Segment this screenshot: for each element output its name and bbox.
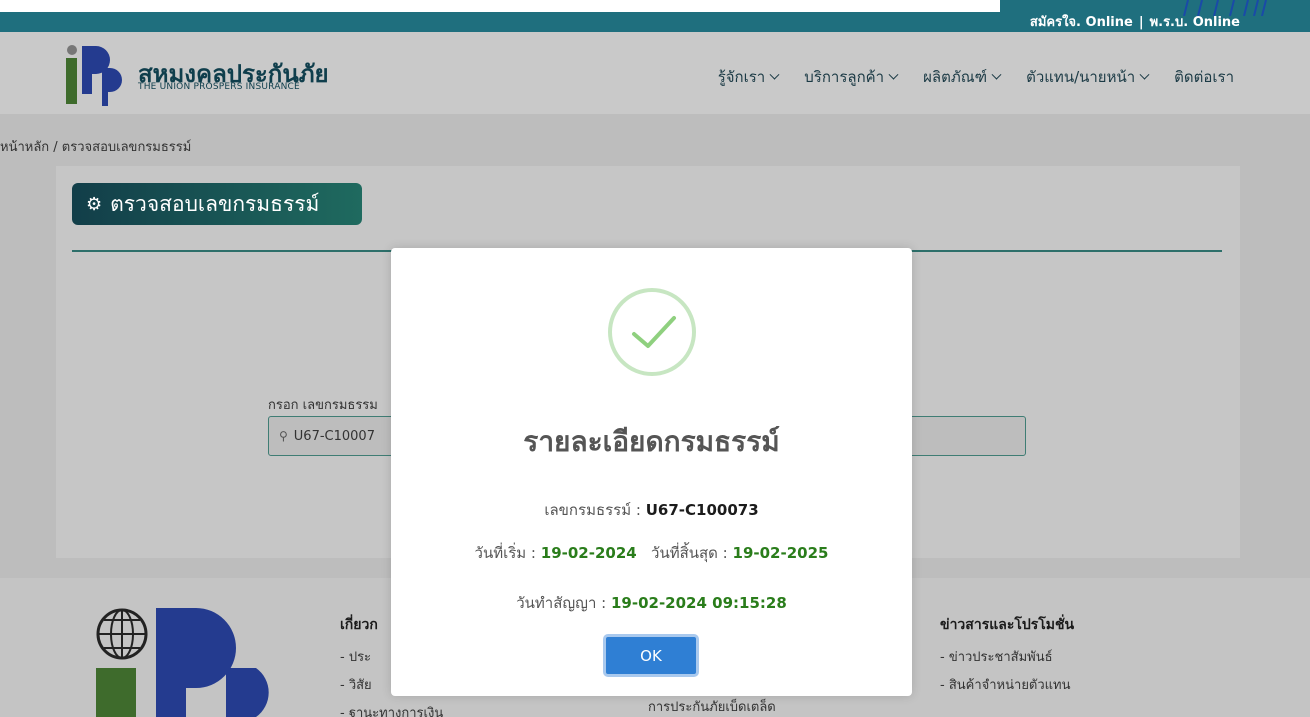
footer-logo-icon (96, 608, 269, 717)
dates-row: วันที่เริ่ม : 19-02-2024 วันที่สิ้นสุด :… (391, 541, 912, 565)
top-strip: สมัครใจ. Online | พ.ร.บ. Online (0, 0, 1310, 32)
footer-col-news: ข่าวสารและโปรโมชั่น - ข่าวประชาสัมพันธ์ … (940, 614, 1074, 702)
chevron-down-icon (1139, 69, 1150, 80)
footer-link[interactable]: - ฐานะทางการเงิน (340, 702, 443, 717)
chevron-down-icon (888, 69, 899, 80)
nav-agents[interactable]: ตัวแทน/นายหน้า (1026, 65, 1150, 89)
link-voluntary-online[interactable]: สมัครใจ. Online (1030, 15, 1133, 30)
footer-link[interactable]: - ข่าวประชาสัมพันธ์ (940, 646, 1074, 667)
topbar-links: สมัครใจ. Online | พ.ร.บ. Online (1030, 11, 1240, 32)
footer-link[interactable]: การประกันภัยเบ็ดเตล็ด (648, 696, 776, 717)
nav-services[interactable]: บริการลูกค้า (804, 65, 899, 89)
topbar-separator: | (1138, 15, 1144, 30)
policy-number-label: เลขกรมธรรม์ : (544, 501, 641, 519)
nav-contact[interactable]: ติดต่อเรา (1174, 65, 1234, 89)
gears-icon: ⚙ (86, 193, 103, 215)
nav-about[interactable]: รู้จักเรา (717, 65, 780, 89)
nav-label: ผลิตภัณฑ์ (923, 68, 988, 86)
checkmark-icon (632, 316, 676, 348)
nav-label: บริการลูกค้า (804, 68, 885, 86)
user-icon: ⚲ (279, 429, 288, 443)
site-header: สหมงคลประกันภัย THE UNION PROSPERS INSUR… (0, 32, 1310, 114)
contract-date-row: วันทำสัญญา : 19-02-2024 09:15:28 (391, 591, 912, 615)
policy-number-value: U67-C10007 (293, 428, 375, 444)
success-check-icon (608, 288, 696, 376)
nav-label: ตัวแทน/นายหน้า (1026, 68, 1136, 86)
link-compulsory-online[interactable]: พ.ร.บ. Online (1150, 15, 1240, 30)
start-date-value: 19-02-2024 (540, 544, 637, 562)
end-date-label: วันที่สิ้นสุด : (651, 544, 728, 562)
start-date-label: วันที่เริ่ม : (474, 544, 536, 562)
chevron-down-icon (991, 69, 1002, 80)
top-strip-white (0, 0, 1000, 12)
breadcrumb: หน้าหลัก / ตรวจสอบเลขกรมธรรม์ (0, 140, 192, 155)
policy-number-text: U67-C100073 (645, 501, 759, 519)
contract-date-label: วันทำสัญญา : (516, 594, 607, 612)
footer-heading: ข่าวสารและโปรโมชั่น (940, 617, 1075, 633)
footer-col-products: การประกันภัยเบ็ดเตล็ด (648, 696, 776, 717)
policy-details-modal: รายละเอียดกรมธรรม์ เลขกรมธรรม์ : U67-C10… (391, 248, 912, 696)
end-date-value: 19-02-2025 (732, 544, 829, 562)
policy-input-label: กรอก เลขกรมธรรม (268, 398, 378, 413)
policy-number-row: เลขกรมธรรม์ : U67-C100073 (391, 498, 912, 522)
contract-date-value: 19-02-2024 09:15:28 (610, 594, 787, 612)
main-nav: รู้จักเรา บริการลูกค้า ผลิตภัณฑ์ ตัวแทน/… (718, 65, 1234, 89)
nav-products[interactable]: ผลิตภัณฑ์ (923, 65, 1002, 89)
brand-subtitle: THE UNION PROSPERS INSURANCE (138, 82, 300, 92)
company-logo-icon[interactable] (62, 42, 126, 108)
page-title: ⚙ ตรวจสอบเลขกรมธรรม์ (72, 183, 362, 225)
ok-button[interactable]: OK (603, 634, 699, 677)
page-title-text: ตรวจสอบเลขกรมธรรม์ (110, 191, 320, 216)
footer-link[interactable]: - สินค้าจำหน่ายตัวแทน (940, 674, 1074, 695)
nav-label: ติดต่อเรา (1174, 68, 1234, 86)
modal-title: รายละเอียดกรมธรรม์ (523, 425, 780, 458)
chevron-down-icon (769, 69, 780, 80)
nav-label: รู้จักเรา (717, 68, 766, 86)
